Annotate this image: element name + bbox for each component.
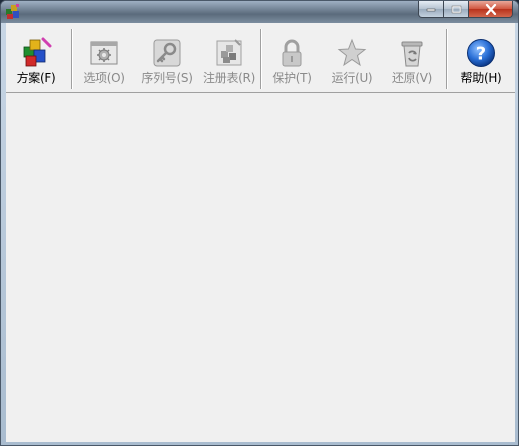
run-button[interactable]: 运行(U): [326, 25, 378, 91]
registry-cubes-icon: [216, 39, 242, 66]
key-icon: [153, 39, 181, 67]
padlock-icon: [282, 39, 302, 67]
recycle-bin-icon: [401, 41, 423, 67]
toolbar-separator: [446, 29, 448, 89]
title-bar[interactable]: [1, 1, 518, 23]
svg-text:?: ?: [476, 44, 486, 65]
help-question-icon: ?: [467, 39, 495, 67]
minimize-icon: [426, 8, 436, 12]
star-icon: [337, 38, 367, 67]
client-area: [6, 93, 515, 442]
options-label: 选项(O): [83, 71, 125, 85]
toolbar-separator: [260, 29, 262, 89]
protect-label: 保护(T): [272, 71, 312, 85]
maximize-button[interactable]: [444, 1, 469, 18]
restore-button[interactable]: 还原(V): [386, 25, 438, 91]
close-icon: [485, 3, 496, 15]
close-button[interactable]: [469, 1, 513, 18]
protect-button[interactable]: 保护(T): [267, 25, 317, 91]
restore-label: 还原(V): [391, 71, 433, 85]
scheme-cubes-icon: [23, 37, 52, 67]
registry-label: 注册表(R): [203, 71, 255, 85]
application-window: 方案(F) 选项(O) 序列号(S) 注册表(R) 保护(T) 运行(U) 还原…: [0, 0, 519, 446]
run-label: 运行(U): [331, 71, 373, 85]
toolbar: 方案(F) 选项(O) 序列号(S) 注册表(R) 保护(T) 运行(U) 还原…: [6, 23, 515, 93]
scheme-button[interactable]: 方案(F): [8, 25, 64, 91]
toolbar-separator: [71, 29, 73, 89]
help-button[interactable]: ? 帮助(H): [453, 25, 509, 91]
caption-buttons: [418, 1, 513, 19]
serial-label: 序列号(S): [141, 71, 193, 85]
serial-button[interactable]: 序列号(S): [136, 25, 198, 91]
maximize-icon: [451, 5, 461, 13]
app-cubes-icon: [6, 4, 19, 19]
options-window-gear-icon: [90, 41, 118, 65]
scheme-label: 方案(F): [16, 71, 56, 85]
registry-button[interactable]: 注册表(R): [199, 25, 259, 91]
options-button[interactable]: 选项(O): [78, 25, 130, 91]
help-label: 帮助(H): [460, 71, 502, 85]
minimize-button[interactable]: [418, 1, 444, 18]
